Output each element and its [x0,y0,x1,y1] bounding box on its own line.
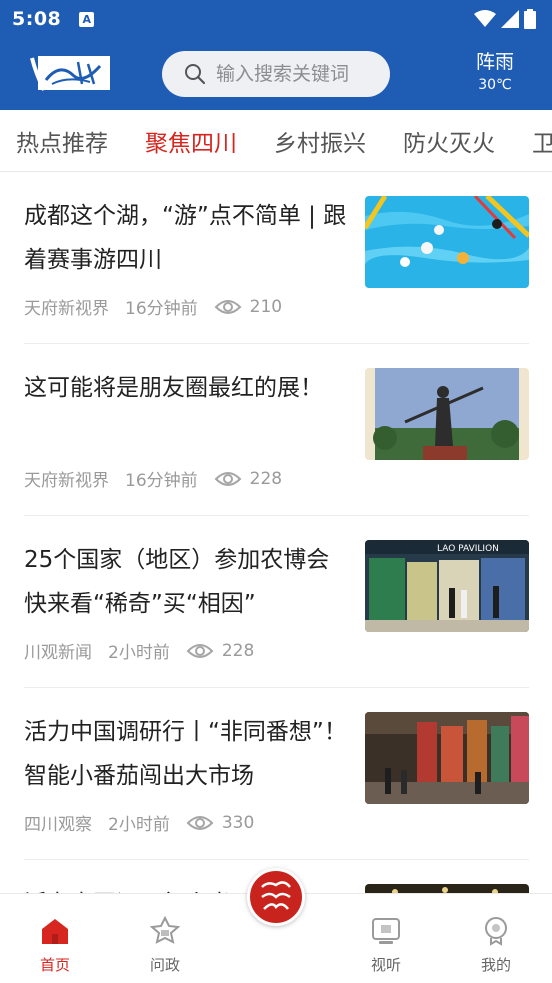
nav-inquiry[interactable]: 问政 [130,915,200,975]
signal-icon [501,10,519,28]
article-views: 228 [221,640,255,661]
app-logo[interactable] [30,54,112,94]
battery-icon [524,9,536,29]
article-time: 16分钟前 [125,299,198,319]
status-time: 5:08 [12,8,62,30]
nav-home-label: 首页 [39,956,70,974]
nav-inquiry-label: 问政 [149,956,180,974]
article-item[interactable]: 25个国家（地区）参加农博会 快来看“稀奇”买“相因” 川观新闻 2小时前 22… [24,516,529,688]
center-feature-button[interactable] [247,868,305,926]
article-thumbnail-statue[interactable] [365,368,529,460]
article-time: 16分钟前 [125,471,198,491]
tab-fire[interactable]: 防火灭火 [403,124,495,158]
article-views: 210 [249,296,283,317]
article-meta: 天府新视界 16分钟前 228 [24,466,283,492]
nav-home[interactable]: 首页 [20,916,90,975]
tv-icon [372,918,400,944]
article-item[interactable]: 活力中国调研行丨“非同番想”！智能小番茄闯出大市场 四川观察 2小时前 330 [24,688,529,860]
article-source: 四川观察 [24,815,92,835]
eye-icon [186,815,214,830]
app-screen: 5:08 A 输入搜索关键词 阵雨 30℃ 热点推荐 聚焦四川 乡村振兴 防火灭… [0,0,552,983]
tab-rural[interactable]: 乡村振兴 [274,124,366,158]
article-time: 2小时前 [108,643,170,663]
eye-icon [214,471,242,486]
article-title[interactable]: 成都这个湖，“游”点不简单 | 跟着赛事游四川 [24,194,354,282]
article-source: 天府新视界 [24,471,109,491]
category-tabs: 热点推荐 聚焦四川 乡村振兴 防火灭火 卫 [0,110,552,172]
article-thumbnail-swimming[interactable] [365,196,529,288]
profile-icon [485,917,507,946]
tab-health[interactable]: 卫 [532,124,552,158]
eye-icon [186,643,214,658]
article-source: 天府新视界 [24,299,109,319]
article-meta: 四川观察 2小时前 330 [24,810,255,836]
nav-media-label: 视听 [370,956,401,974]
wifi-icon [474,10,496,27]
article-thumbnail-expo[interactable]: LAO PAVILION [365,540,529,632]
nav-profile-label: 我的 [480,956,511,974]
center-seal-icon [261,881,291,910]
eye-icon [214,299,242,314]
svg-text:LAO PAVILION: LAO PAVILION [437,544,499,554]
article-item[interactable]: 成都这个湖，“游”点不简单 | 跟着赛事游四川 天府新视界 16分钟前 210 [24,172,529,344]
article-title[interactable]: 这可能将是朋友圈最红的展！ [24,366,354,410]
search-icon [185,64,206,85]
article-views: 228 [249,468,283,489]
article-meta: 天府新视界 16分钟前 210 [24,294,283,320]
inquiry-icon [149,915,181,944]
home-icon [42,919,68,944]
search-bar[interactable] [162,51,390,97]
notification-a-icon: A [79,11,95,27]
status-bar: 5:08 A [0,0,552,38]
article-time: 2小时前 [108,815,170,835]
weather-widget[interactable]: 阵雨 30℃ [460,50,530,96]
nav-profile[interactable]: 我的 [461,916,531,975]
article-meta: 川观新闻 2小时前 228 [24,638,255,664]
article-title[interactable]: 活力中国调研行丨“非同番想”！智能小番茄闯出大市场 [24,710,354,798]
article-thumbnail-exhibition[interactable] [365,712,529,804]
search-input[interactable] [216,63,386,85]
article-item[interactable]: 这可能将是朋友圈最红的展！ 天府新视界 16分钟前 228 [24,344,529,516]
tab-sichuan[interactable]: 聚焦四川 [145,124,237,158]
weather-temperature: 30℃ [478,77,512,93]
article-views: 330 [221,812,255,833]
app-header: 阵雨 30℃ [0,38,552,110]
status-icons [474,9,536,29]
article-source: 川观新闻 [24,643,92,663]
article-title[interactable]: 25个国家（地区）参加农博会 快来看“稀奇”买“相因” [24,538,354,626]
nav-media[interactable]: 视听 [351,916,421,975]
weather-condition: 阵雨 [475,51,514,73]
tab-hot[interactable]: 热点推荐 [16,124,108,158]
